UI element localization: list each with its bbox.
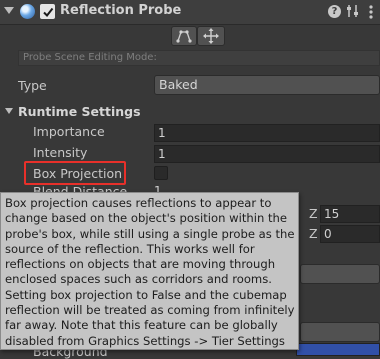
hidden-dropdown-2[interactable]: [300, 322, 380, 342]
move-icon: [203, 28, 219, 44]
importance-field[interactable]: 1: [154, 124, 380, 142]
component-title: Reflection Probe: [60, 3, 182, 18]
blend-distance-value: 1: [154, 184, 162, 192]
component-enabled-checkbox[interactable]: [40, 4, 55, 19]
checkmark-icon: [42, 7, 53, 17]
foldout-icon[interactable]: [4, 7, 14, 14]
runtime-foldout-icon[interactable]: [5, 108, 13, 114]
background-color-swatch[interactable]: [296, 343, 380, 356]
bounds-edit-icon: [176, 30, 192, 43]
importance-label: Importance: [33, 124, 105, 139]
box-size-z-field[interactable]: 15: [320, 205, 380, 223]
box-offset-z-field[interactable]: 0: [320, 225, 380, 243]
box-projection-tooltip: Box projection causes reflections to app…: [0, 192, 299, 350]
intensity-field[interactable]: 1: [154, 145, 380, 163]
edit-origin-button[interactable]: [197, 26, 225, 46]
blend-distance-field[interactable]: 1: [154, 184, 380, 192]
edit-bounds-button[interactable]: [171, 26, 197, 46]
type-label: Type: [18, 78, 47, 93]
kebab-icon[interactable]: [368, 4, 374, 20]
type-dropdown-value: Baked: [159, 77, 198, 92]
type-dropdown[interactable]: Baked: [154, 75, 380, 95]
box-projection-checkbox[interactable]: [154, 166, 168, 180]
component-header: [0, 0, 380, 25]
runtime-settings-header[interactable]: Runtime Settings: [18, 104, 141, 119]
sliders-icon[interactable]: [346, 4, 360, 18]
question-icon[interactable]: ?: [328, 5, 341, 18]
hidden-dropdown-1[interactable]: [300, 264, 380, 284]
scene-editing-mode-field: Probe Scene Editing Mode:: [18, 50, 380, 66]
intensity-label: Intensity: [33, 145, 88, 160]
reflection-probe-icon: [20, 4, 35, 19]
box-projection-highlight: [24, 161, 126, 185]
blend-distance-label: Blend Distance: [33, 184, 128, 192]
box-offset-z-label: Z: [309, 226, 318, 241]
box-size-z-label: Z: [309, 206, 318, 221]
